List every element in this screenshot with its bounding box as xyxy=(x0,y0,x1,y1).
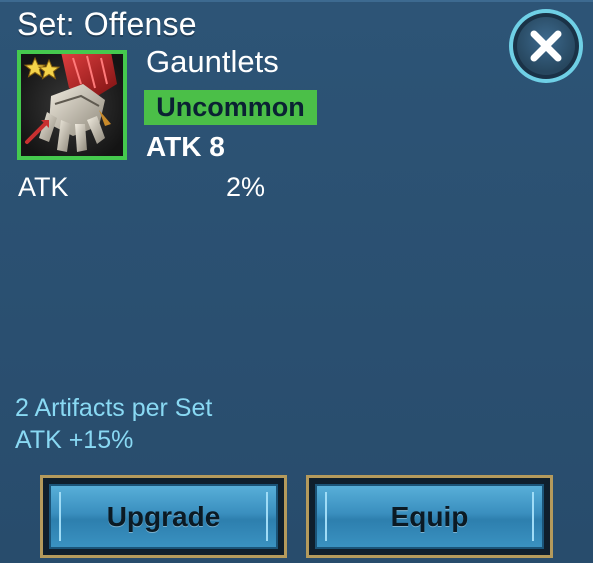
equip-button[interactable]: Equip xyxy=(306,475,553,558)
close-icon xyxy=(530,30,562,62)
upgrade-button[interactable]: Upgrade xyxy=(40,475,287,558)
set-count-text: 2 Artifacts per Set xyxy=(15,394,213,422)
equip-button-label: Equip xyxy=(390,500,469,532)
artifact-icon-frame[interactable] xyxy=(17,50,127,160)
main-stat: ATK 8 xyxy=(146,131,225,162)
set-bonus-text: ATK +15% xyxy=(15,426,134,454)
artifact-name: Gauntlets xyxy=(146,44,279,79)
upgrade-button-label: Upgrade xyxy=(106,500,221,532)
rarity-badge: Uncommon xyxy=(144,90,317,125)
sub-stat-value: 2% xyxy=(226,172,266,202)
sub-stat-name: ATK xyxy=(18,172,69,202)
close-button[interactable] xyxy=(509,9,583,83)
artifact-info-panel: Set: Offense Gauntlets Uncommon ATK 8 AT… xyxy=(0,0,593,563)
gauntlet-icon xyxy=(21,54,123,156)
set-title: Set: Offense xyxy=(17,6,197,42)
